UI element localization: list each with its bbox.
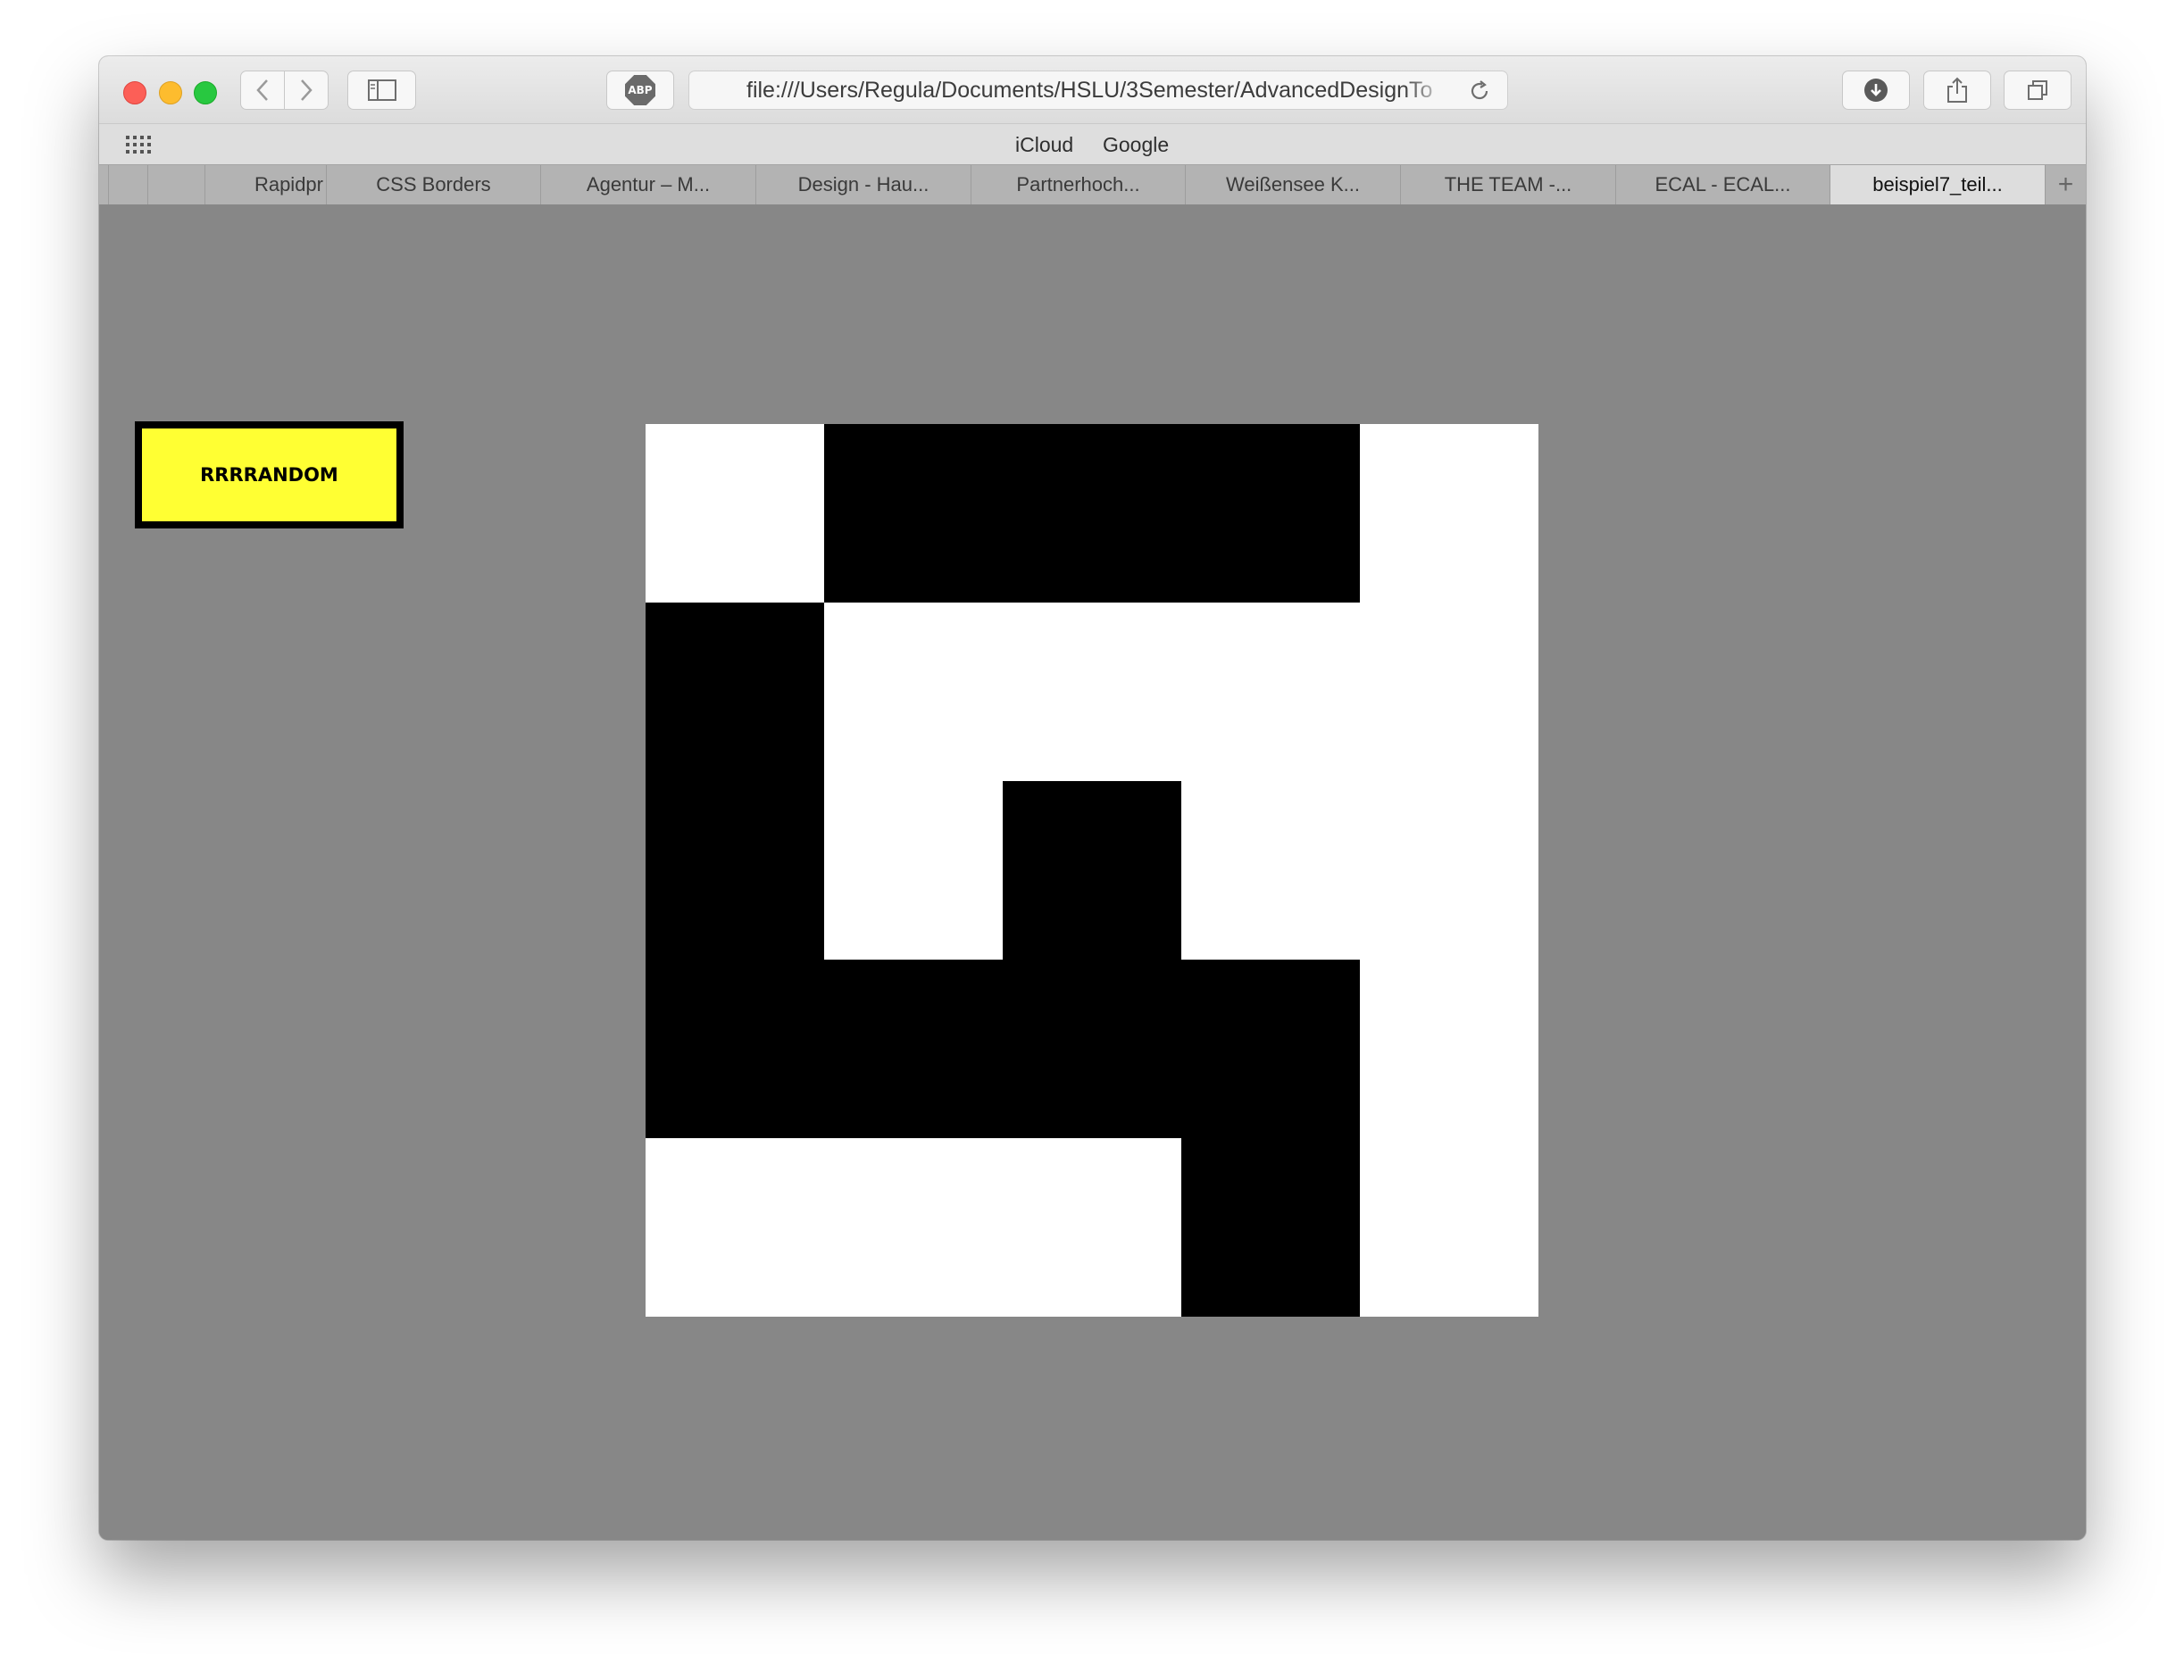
tab-label: CSS Borders xyxy=(376,173,491,195)
tab-agentur[interactable]: Agentur – M... xyxy=(540,165,755,204)
pattern-grid xyxy=(646,424,1538,1317)
download-icon xyxy=(1864,79,1888,102)
tabs-icon xyxy=(2028,80,2047,100)
random-button[interactable]: RRRRANDOM xyxy=(135,421,404,528)
grid-cell-0-0 xyxy=(646,424,824,603)
sidebar-icon xyxy=(367,79,396,101)
share-button[interactable] xyxy=(1923,71,1991,110)
chevron-right-icon xyxy=(301,79,313,101)
adblock-icon-label: ABP xyxy=(628,84,653,96)
grid-cell-0-4 xyxy=(1360,424,1538,603)
share-icon xyxy=(1947,77,1967,103)
grid-cell-2-1 xyxy=(824,781,1003,960)
grid-cell-1-4 xyxy=(1360,603,1538,781)
tab-label: Rapidpr xyxy=(254,173,323,195)
tab-label: Partnerhoch... xyxy=(1016,173,1140,195)
tab-label: Agentur – M... xyxy=(586,173,711,195)
reload-icon[interactable] xyxy=(1468,79,1491,103)
tabs-overview-button[interactable] xyxy=(2004,71,2071,110)
grid-cell-3-2 xyxy=(1003,960,1181,1138)
grid-cell-4-2 xyxy=(1003,1138,1181,1317)
grid-cell-0-3 xyxy=(1181,424,1360,603)
grid-cell-4-1 xyxy=(824,1138,1003,1317)
grid-cell-0-2 xyxy=(1003,424,1181,603)
grid-cell-3-3 xyxy=(1181,960,1360,1138)
favorite-google[interactable]: Google xyxy=(1103,124,1169,165)
tab-css-borders[interactable]: CSS Borders xyxy=(326,165,540,204)
grid-cell-0-1 xyxy=(824,424,1003,603)
forward-button[interactable] xyxy=(284,71,329,110)
tab-bar: Rapidpr CSS Borders Agentur – M... Desig… xyxy=(99,164,2086,205)
tab-label: THE TEAM -... xyxy=(1444,173,1572,195)
url-text: file:///Users/Regula/Documents/HSLU/3Sem… xyxy=(746,78,1433,103)
sidebar-button[interactable] xyxy=(347,71,416,110)
grid-cell-2-3 xyxy=(1181,781,1360,960)
grid-cell-3-1 xyxy=(824,960,1003,1138)
tab-design[interactable]: Design - Hau... xyxy=(755,165,971,204)
tab-ecal[interactable]: ECAL - ECAL... xyxy=(1615,165,1830,204)
tab-beispiel7[interactable]: beispiel7_teil... xyxy=(1830,165,2045,204)
favorite-icloud[interactable]: iCloud xyxy=(1015,124,1073,165)
grid-cell-3-0 xyxy=(646,960,824,1138)
grid-cell-4-4 xyxy=(1360,1138,1538,1317)
tab-label: Weißensee K... xyxy=(1226,173,1360,195)
grid-cell-1-1 xyxy=(824,603,1003,781)
downloads-button[interactable] xyxy=(1842,71,1910,110)
grid-cell-4-3 xyxy=(1181,1138,1360,1317)
tab-pinned-2[interactable] xyxy=(147,165,204,204)
new-tab-button[interactable]: + xyxy=(2045,165,2086,204)
tab-label: beispiel7_teil... xyxy=(1872,173,2003,195)
adblock-button[interactable]: ABP xyxy=(606,71,674,110)
grid-cell-1-3 xyxy=(1181,603,1360,781)
tab-label: ECAL - ECAL... xyxy=(1655,173,1791,195)
grid-cell-3-4 xyxy=(1360,960,1538,1138)
tab-weissensee[interactable]: Weißensee K... xyxy=(1185,165,1400,204)
close-window-button[interactable] xyxy=(123,81,146,104)
minimize-window-button[interactable] xyxy=(159,81,182,104)
tab-label: Design - Hau... xyxy=(797,173,929,195)
zoom-window-button[interactable] xyxy=(194,81,217,104)
tab-partnerhoch[interactable]: Partnerhoch... xyxy=(971,165,1185,204)
grid-cell-2-2 xyxy=(1003,781,1181,960)
page-content: RRRRANDOM xyxy=(99,204,2086,1540)
chevron-left-icon xyxy=(256,79,268,101)
grid-cell-2-4 xyxy=(1360,781,1538,960)
plus-icon: + xyxy=(2057,170,2074,199)
grid-cell-2-0 xyxy=(646,781,824,960)
grid-icon[interactable] xyxy=(126,136,153,154)
browser-window: ABP file:///Users/Regula/Documents/HSLU/… xyxy=(99,56,2086,1540)
adblock-icon: ABP xyxy=(625,75,655,105)
address-bar[interactable]: file:///Users/Regula/Documents/HSLU/3Sem… xyxy=(688,71,1508,110)
back-button[interactable] xyxy=(240,71,285,110)
tab-the-team[interactable]: THE TEAM -... xyxy=(1400,165,1615,204)
tab-pinned-1[interactable] xyxy=(108,165,147,204)
grid-cell-1-0 xyxy=(646,603,824,781)
url-fade xyxy=(1404,73,1448,107)
grid-cell-1-2 xyxy=(1003,603,1181,781)
toolbar: ABP file:///Users/Regula/Documents/HSLU/… xyxy=(99,56,2086,123)
tab-rapidpr[interactable]: Rapidpr xyxy=(204,165,326,204)
favorites-bar: iCloud Google xyxy=(99,123,2086,165)
grid-cell-4-0 xyxy=(646,1138,824,1317)
